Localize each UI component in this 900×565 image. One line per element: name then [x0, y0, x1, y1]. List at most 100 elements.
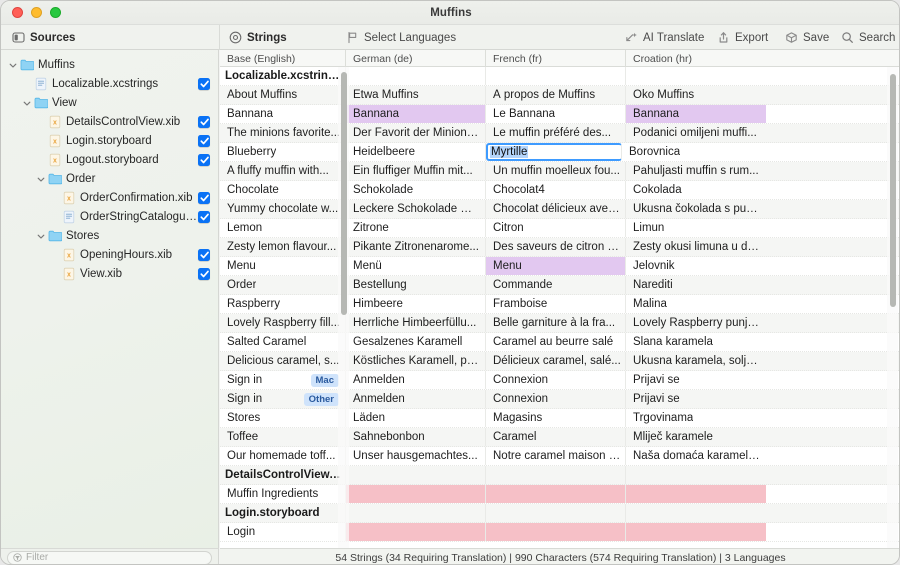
table-cell[interactable]: Chocolat4 — [486, 181, 626, 199]
table-row[interactable]: Delicious caramel, s... Köstliches Karame… — [220, 352, 899, 371]
table-cell[interactable]: Anmelden — [346, 390, 486, 408]
include-checkbox[interactable] — [198, 134, 210, 147]
table-cell[interactable]: Zitrone — [346, 219, 486, 237]
sidebar-tree-item[interactable]: x OrderConfirmation.xib — [1, 188, 218, 207]
table-row[interactable]: Order Bestellung Commande Narediti — [220, 276, 899, 295]
sidebar-tree-item[interactable]: x View.xib — [1, 264, 218, 283]
table-cell[interactable]: Sign in Other — [220, 390, 346, 408]
table-cell[interactable]: Stores — [220, 409, 346, 427]
chevron-down-icon[interactable] — [7, 60, 19, 70]
table-cell[interactable]: Myrtille — [486, 143, 622, 161]
table-row[interactable]: Raspberry Himbeere Framboise Malina — [220, 295, 899, 314]
base-column-scrollbar[interactable] — [341, 72, 347, 315]
table-cell[interactable]: Des saveurs de citron p... — [486, 238, 626, 256]
table-cell[interactable]: Čokolada — [626, 181, 766, 199]
table-cell[interactable]: Leckere Schokolade mi... — [346, 200, 486, 218]
table-cell[interactable]: Naša domaća karamela... — [626, 447, 766, 465]
table-cell[interactable]: Muffin Ingredients — [220, 485, 346, 503]
chevron-down-icon[interactable] — [35, 174, 47, 184]
table-cell[interactable]: Unser hausgemachtes... — [346, 447, 486, 465]
table-row[interactable]: Chocolate Schokolade Chocolat4 Čokolada — [220, 181, 899, 200]
table-cell[interactable]: Narediti — [626, 276, 766, 294]
table-cell[interactable]: Ukusna čokolada s pun... — [626, 200, 766, 218]
column-header[interactable]: Croation (hr) — [626, 50, 766, 67]
column-header[interactable]: Base (English) — [220, 50, 346, 67]
sidebar-tree-item[interactable]: Muffins — [1, 55, 218, 74]
table-row[interactable]: Toffee Sahnebonbon Caramel Mliječ karamele — [220, 428, 899, 447]
table-cell[interactable]: Köstliches Karamell, pe... — [346, 352, 486, 370]
table-row[interactable]: Salted Caramel Gesalzenes Karamell Caramel… — [220, 333, 899, 352]
close-window-button[interactable] — [12, 7, 23, 18]
table-cell[interactable]: Trgovinama — [626, 409, 766, 427]
sidebar-tree-item[interactable]: Localizable.xcstrings — [1, 74, 218, 93]
table-cell[interactable]: Our homemade toff... — [220, 447, 346, 465]
sidebar-tree-item[interactable]: OrderStringCatalogue.... — [1, 207, 218, 226]
filter-input[interactable]: Filter — [7, 550, 212, 564]
sidebar-tree-item[interactable]: x Login.storyboard — [1, 131, 218, 150]
column-header[interactable]: German (de) — [346, 50, 486, 67]
table-cell[interactable] — [626, 485, 766, 503]
table-cell[interactable]: Läden — [346, 409, 486, 427]
table-cell[interactable] — [626, 523, 766, 541]
chevron-down-icon[interactable] — [21, 98, 33, 108]
table-cell[interactable]: À propos de Muffins — [486, 86, 626, 104]
table-row[interactable]: Login — [220, 523, 899, 542]
table-cell[interactable]: Mliječ karamele — [626, 428, 766, 446]
sidebar-tree-item[interactable]: Order — [1, 169, 218, 188]
table-cell[interactable]: Raspberry — [220, 295, 346, 313]
export-button[interactable]: Export — [717, 25, 768, 50]
table-cell[interactable]: Caramel au beurre salé — [486, 333, 626, 351]
table-cell[interactable]: Login — [220, 523, 346, 541]
table-cell[interactable]: Menu — [220, 257, 346, 275]
sidebar-tree-item[interactable]: x DetailsControlView.xib — [1, 112, 218, 131]
table-row[interactable]: Sign in Mac Anmelden Connexion Prijavi se — [220, 371, 899, 390]
table-row[interactable]: Yummy chocolate w... Leckere Schokolade m… — [220, 200, 899, 219]
table-cell[interactable]: Jelovnik — [626, 257, 766, 275]
table-cell[interactable]: Lemon — [220, 219, 346, 237]
include-checkbox[interactable] — [198, 77, 210, 90]
table-cell[interactable]: Podanici omiljeni muffi... — [626, 124, 766, 142]
table-row[interactable]: Localizable.xcstrings — [220, 67, 899, 86]
table-cell[interactable]: Order — [220, 276, 346, 294]
table-cell[interactable]: Connexion — [486, 390, 626, 408]
sidebar-tree-item[interactable]: View — [1, 93, 218, 112]
table-cell[interactable]: Yummy chocolate w... — [220, 200, 346, 218]
table-cell[interactable]: Notre caramel maison f... — [486, 447, 626, 465]
sidebar-tree-item[interactable]: x Logout.storyboard — [1, 150, 218, 169]
table-cell[interactable]: Le muffin préféré des... — [486, 124, 626, 142]
table-cell[interactable]: Schokolade — [346, 181, 486, 199]
include-checkbox[interactable] — [198, 115, 210, 128]
table-cell[interactable] — [346, 485, 486, 503]
table-cell[interactable]: Sign in Mac — [220, 371, 346, 389]
table-cell[interactable]: Toffee — [220, 428, 346, 446]
table-cell[interactable]: Sahnebonbon — [346, 428, 486, 446]
search-button[interactable]: Search — [841, 25, 895, 50]
table-cell[interactable] — [346, 523, 486, 541]
include-checkbox[interactable] — [198, 191, 210, 204]
table-cell[interactable]: Pahuljasti muffin s rum... — [626, 162, 766, 180]
table-cell[interactable]: Blueberry — [220, 143, 346, 161]
table-scrollbar[interactable] — [890, 74, 896, 307]
table-row[interactable]: Lovely Raspberry fill... Herrliche Himbee… — [220, 314, 899, 333]
table-cell[interactable]: Salted Caramel — [220, 333, 346, 351]
table-cell[interactable]: Pikante Zitronenarome... — [346, 238, 486, 256]
table-cell[interactable]: Bestellung — [346, 276, 486, 294]
table-row[interactable]: DetailsControlView.... — [220, 466, 899, 485]
table-cell[interactable]: Limun — [626, 219, 766, 237]
table-row[interactable]: Sign in Other Anmelden Connexion Prijavi se — [220, 390, 899, 409]
table-cell[interactable]: Prijavi se — [626, 390, 766, 408]
sidebar-tree-item[interactable]: x OpeningHours.xib — [1, 245, 218, 264]
table-cell[interactable]: Prijavi se — [626, 371, 766, 389]
table-row[interactable]: Lemon Zitrone Citron Limun — [220, 219, 899, 238]
table-cell[interactable]: Slana karamela — [626, 333, 766, 351]
table-cell[interactable]: Caramel — [486, 428, 626, 446]
table-cell[interactable]: Borovnica — [622, 143, 762, 161]
table-cell[interactable]: Malina — [626, 295, 766, 313]
table-cell[interactable]: Zesty lemon flavour... — [220, 238, 346, 256]
table-row[interactable]: About Muffins Etwa Muffins À propos de Muf… — [220, 86, 899, 105]
table-cell[interactable]: Ein fluffiger Muffin mit... — [346, 162, 486, 180]
table-cell[interactable]: Anmelden — [346, 371, 486, 389]
table-row[interactable]: Menu Menü Menu Jelovnik — [220, 257, 899, 276]
table-cell[interactable]: Chocolate — [220, 181, 346, 199]
table-cell[interactable]: Etwa Muffins — [346, 86, 486, 104]
